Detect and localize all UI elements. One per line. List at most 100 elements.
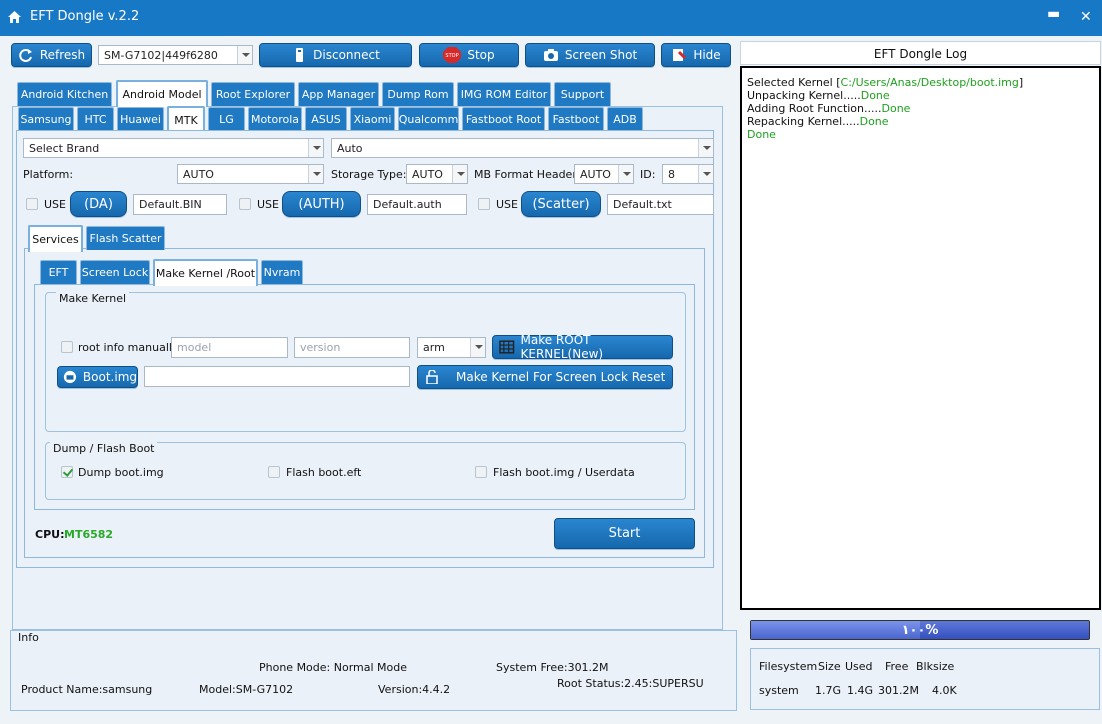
stop-button[interactable]: STOP Stop xyxy=(419,43,519,67)
device-select-value: SM-G7102|449f6280 xyxy=(104,49,218,62)
hide-icon xyxy=(673,49,687,61)
arch-select[interactable]: arm xyxy=(417,337,486,358)
grid-icon xyxy=(499,340,515,354)
id-label: ID: xyxy=(640,168,656,181)
use-auth-checkbox[interactable] xyxy=(239,198,251,210)
phone-mode: Phone Mode: Normal Mode xyxy=(259,661,408,674)
model-input[interactable]: model xyxy=(171,337,288,358)
tab-huawei[interactable]: Huawei xyxy=(117,107,164,131)
log-text: Selected Kernel [ xyxy=(747,76,841,89)
screen-lock-reset-label: Make Kernel For Screen Lock Reset xyxy=(456,370,666,384)
stop-icon-text: STOP xyxy=(446,53,459,59)
tab-img-rom-editor[interactable]: IMG ROM Editor xyxy=(457,82,551,106)
tab-services[interactable]: Services xyxy=(28,225,83,252)
flash-img-checkbox[interactable] xyxy=(475,466,487,478)
tab-android-model[interactable]: Android Model xyxy=(116,80,208,107)
storage-type-label: Storage Type: xyxy=(331,168,407,181)
arch-select-value: arm xyxy=(423,341,445,354)
da-file-field[interactable]: Default.BIN xyxy=(133,194,227,215)
tab-lg[interactable]: LG xyxy=(208,107,245,131)
da-button[interactable]: (DA) xyxy=(70,191,127,217)
boot-img-button[interactable]: Boot.img xyxy=(57,366,138,388)
tab-root-explorer[interactable]: Root Explorer xyxy=(211,82,295,106)
tab-flash-scatter[interactable]: Flash Scatter xyxy=(86,226,165,250)
scatter-file-field[interactable]: Default.txt xyxy=(607,194,714,215)
scatter-button[interactable]: (Scatter) xyxy=(521,191,601,217)
id-select[interactable]: 8 xyxy=(662,164,714,184)
root-info-checkbox[interactable] xyxy=(61,341,73,353)
brand-select-value: Select Brand xyxy=(29,142,100,155)
tab-support[interactable]: Support xyxy=(554,82,611,106)
flash-eft-checkbox[interactable] xyxy=(268,466,280,478)
product-name: Product Name:samsung xyxy=(21,683,153,696)
tab-samsung[interactable]: Samsung xyxy=(18,107,74,131)
chevron-down-icon xyxy=(698,139,713,157)
platform-select-value: AUTO xyxy=(183,168,214,181)
tab-eft[interactable]: EFT xyxy=(40,260,77,284)
log-done: Done xyxy=(859,115,889,128)
tab-fastboot-root[interactable]: Fastboot Root xyxy=(462,107,545,131)
mb-format-value: AUTO xyxy=(580,168,611,181)
screen-lock-reset-button[interactable]: Make Kernel For Screen Lock Reset xyxy=(417,365,673,389)
version-info: Version:4.4.2 xyxy=(378,683,451,696)
boot-path-field[interactable] xyxy=(144,366,410,387)
log-path: C:/Users/Anas/Desktop/boot.img xyxy=(840,76,1019,89)
usb-icon xyxy=(296,48,304,62)
chevron-down-icon xyxy=(237,46,252,64)
tab-mtk[interactable]: MTK xyxy=(167,106,205,132)
auth-button[interactable]: (AUTH) xyxy=(282,191,361,217)
log-done: Done xyxy=(747,128,776,141)
disconnect-button[interactable]: Disconnect xyxy=(259,43,412,67)
tab-app-manager[interactable]: App Manager xyxy=(298,82,379,106)
screenshot-label: Screen Shot xyxy=(564,48,638,62)
tab-qualcomm[interactable]: Qualcomm xyxy=(398,107,459,131)
tab-motorola[interactable]: Motorola xyxy=(248,107,302,131)
tab-htc[interactable]: HTC xyxy=(77,107,114,131)
dump-boot-checkbox[interactable] xyxy=(61,466,73,478)
make-root-kernel-button[interactable]: Make ROOT KERNEL(New) xyxy=(492,333,673,361)
screenshot-button[interactable]: Screen Shot xyxy=(525,43,655,67)
version-input[interactable]: version xyxy=(294,337,410,358)
tab-adb[interactable]: ADB xyxy=(607,107,643,131)
tab-nvram[interactable]: Nvram xyxy=(261,260,303,284)
tab-android-kitchen[interactable]: Android Kitchen xyxy=(17,82,112,106)
tab-make-kernel-root[interactable]: Make Kernel /Root xyxy=(153,259,258,286)
tab-asus[interactable]: ASUS xyxy=(305,107,347,131)
fs-cell-blksize: 4.0K xyxy=(932,684,957,697)
progress-bar: ۱۰۰% xyxy=(750,620,1090,640)
tab-fastboot[interactable]: Fastboot xyxy=(548,107,604,131)
close-button[interactable]: ✕ xyxy=(1080,9,1092,25)
tab-screen-lock[interactable]: Screen Lock xyxy=(80,260,150,284)
fs-header-free: Free xyxy=(885,660,909,673)
storage-type-select[interactable]: AUTO xyxy=(406,164,468,184)
log-line: Unpacking Kernel.....Done xyxy=(747,89,1094,102)
use-scatter-checkbox[interactable] xyxy=(478,198,490,210)
chevron-down-icon xyxy=(308,165,323,183)
start-button[interactable]: Start xyxy=(554,518,695,549)
flash-img-label: Flash boot.img / Userdata xyxy=(493,466,635,479)
brand-select[interactable]: Select Brand xyxy=(23,138,324,158)
tab-dump-rom[interactable]: Dump Rom xyxy=(382,82,454,106)
use-da-label: USE xyxy=(44,198,66,211)
platform-select[interactable]: AUTO xyxy=(177,164,324,184)
tab-xiaomi[interactable]: Xiaomi xyxy=(350,107,395,131)
auth-button-label: (AUTH) xyxy=(298,196,345,212)
root-status: Root Status:2.45:SUPERSU xyxy=(557,677,704,690)
hide-button[interactable]: Hide xyxy=(661,43,731,67)
minimize-button[interactable]: ▬ xyxy=(1047,6,1060,22)
fs-header-filesystem: Filesystem xyxy=(759,660,818,673)
mb-format-select[interactable]: AUTO xyxy=(574,164,634,184)
log-panel[interactable]: Selected Kernel [C:/Users/Anas/Desktop/b… xyxy=(740,66,1101,610)
root-info-label: root info manually xyxy=(78,341,179,354)
chevron-down-icon xyxy=(698,165,713,183)
log-text: Repacking Kernel..... xyxy=(747,115,860,128)
auto-select[interactable]: Auto xyxy=(331,138,714,158)
log-line: Done xyxy=(747,128,1094,141)
refresh-button[interactable]: Refresh xyxy=(11,43,92,67)
storage-type-value: AUTO xyxy=(412,168,443,181)
device-select[interactable]: SM-G7102|449f6280 xyxy=(98,45,253,65)
dump-flash-group-title: Dump / Flash Boot xyxy=(50,442,158,455)
auto-select-value: Auto xyxy=(337,142,363,155)
auth-file-field[interactable]: Default.auth xyxy=(367,194,467,215)
use-da-checkbox[interactable] xyxy=(26,198,38,210)
